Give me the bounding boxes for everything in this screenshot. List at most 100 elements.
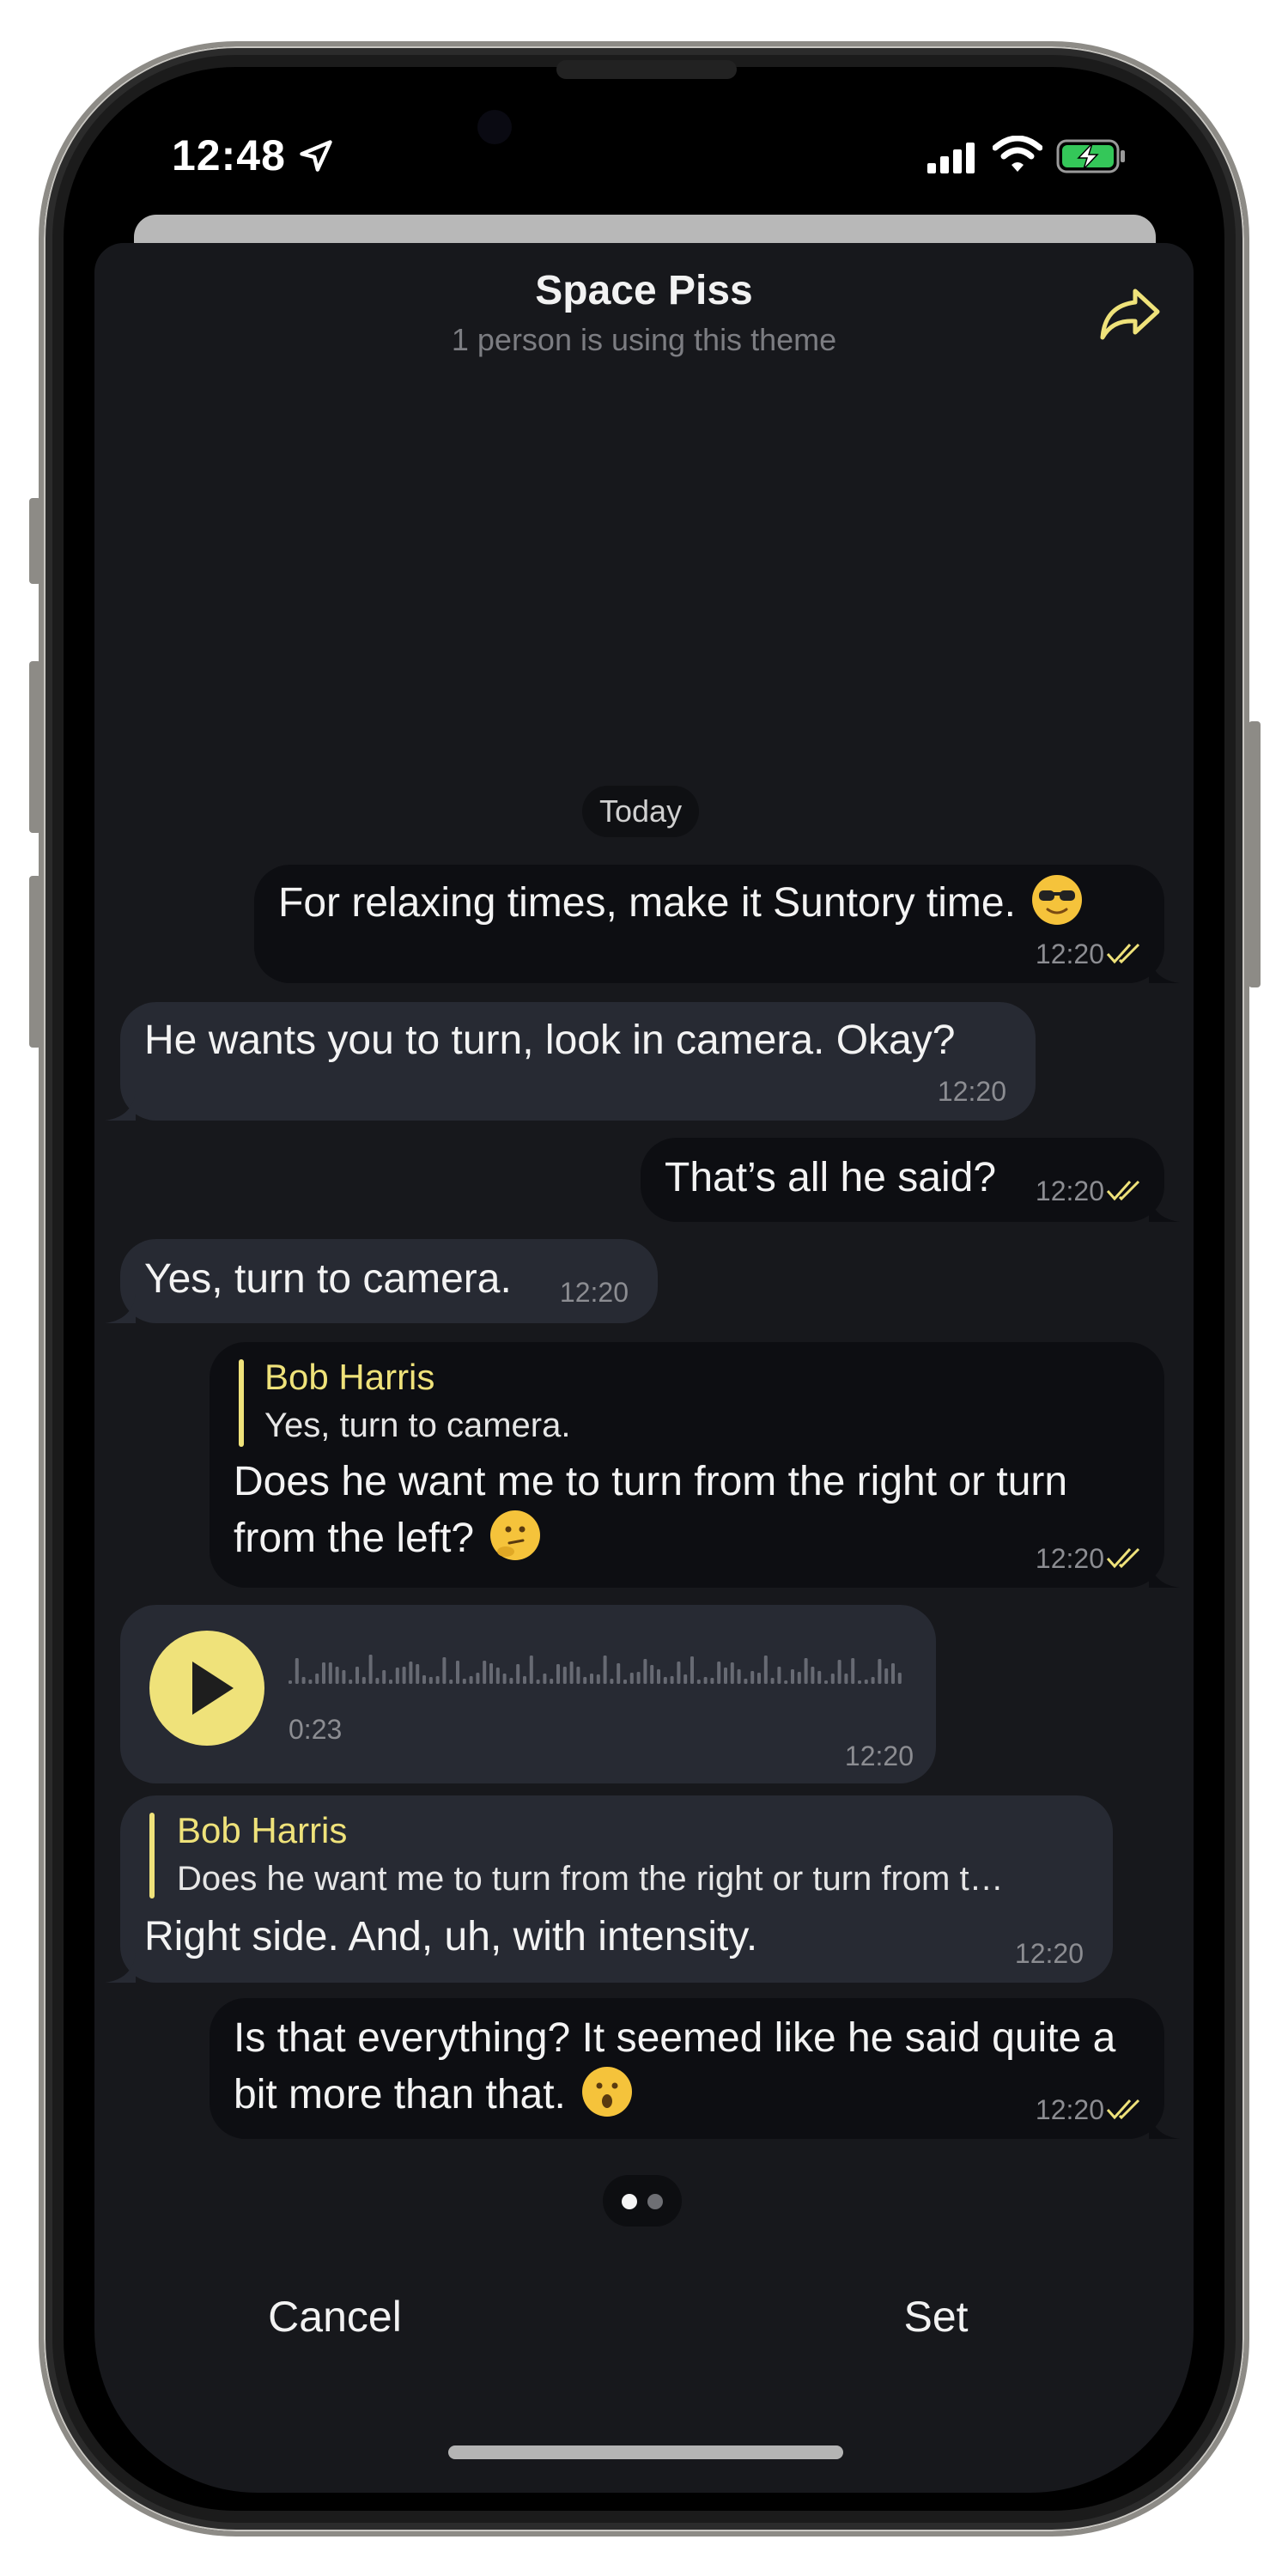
message-bubble-outgoing[interactable]: For relaxing times, make it Suntory time…: [254, 865, 1180, 983]
waveform-bar: [562, 1667, 567, 1684]
message-text: Is that everything? It seemed like he sa…: [234, 2015, 1116, 2117]
hushed-face-emoji: [582, 2067, 633, 2117]
reply-quote-bar: [239, 1359, 244, 1447]
waveform-bar: [335, 1667, 339, 1684]
wifi-icon: [993, 136, 1042, 172]
waveform-bar: [349, 1680, 353, 1684]
message-text: Does he want me to turn from the right o…: [234, 1459, 1068, 1561]
message-bubble-outgoing-reply[interactable]: Bob Harris Yes, turn to camera. Does he …: [210, 1342, 1180, 1588]
voice-duration: 0:23: [289, 1714, 343, 1745]
message-time: 12:20: [1035, 939, 1104, 969]
waveform-bar: [710, 1678, 714, 1684]
waveform-bar: [824, 1680, 828, 1684]
status-time: 12:48: [172, 131, 286, 179]
play-icon: [192, 1662, 234, 1715]
waveform-bar: [342, 1670, 346, 1684]
waveform-bar: [502, 1674, 507, 1684]
waveform-bar: [763, 1656, 768, 1684]
reply-quote-text: Does he want me to turn from the right o…: [177, 1860, 1004, 1898]
waveform-bar: [717, 1662, 721, 1684]
waveform-bar: [536, 1680, 540, 1684]
waveform-bar: [617, 1663, 621, 1684]
message-bubble-outgoing[interactable]: Is that everything? It seemed like he sa…: [210, 1998, 1180, 2139]
power-button: [1249, 721, 1261, 987]
waveform-bar: [811, 1667, 815, 1684]
voice-waveform[interactable]: [289, 1649, 907, 1687]
waveform-bar: [368, 1655, 373, 1684]
bubble-tail: [105, 1294, 136, 1323]
waveform-bar: [670, 1676, 674, 1684]
message-bubble-incoming[interactable]: He wants you to turn, look in camera. Ok…: [105, 1002, 1036, 1121]
bubble-tail: [1149, 2110, 1180, 2139]
waveform-bar: [328, 1662, 332, 1684]
waveform-bar: [590, 1674, 593, 1684]
message-bubble-incoming[interactable]: Yes, turn to camera. 12:20: [105, 1239, 658, 1323]
set-button[interactable]: Set: [696, 2269, 1176, 2364]
date-separator: Today: [582, 786, 700, 837]
waveform-bar: [550, 1679, 554, 1684]
battery-charging-icon: [1056, 139, 1125, 173]
message-bubble-outgoing[interactable]: That’s all he said? 12:20: [641, 1138, 1180, 1222]
home-indicator: [448, 2445, 843, 2459]
waveform-bar: [389, 1680, 392, 1684]
waveform-bar: [864, 1680, 868, 1684]
waveform-bar: [797, 1672, 801, 1684]
waveform-bar: [315, 1674, 319, 1684]
share-forward-icon[interactable]: [1097, 286, 1163, 344]
play-button[interactable]: [149, 1631, 264, 1746]
waveform-bar: [476, 1673, 480, 1684]
waveform-bar: [375, 1678, 380, 1684]
waveform-bar: [576, 1667, 580, 1684]
waveform-bar: [657, 1669, 660, 1684]
waveform-bar: [650, 1665, 654, 1684]
waveform-bar: [596, 1674, 600, 1684]
waveform-bar: [757, 1673, 761, 1684]
message-text: That’s all he said?: [665, 1155, 997, 1200]
waveform-bar: [462, 1679, 466, 1684]
bubble-tail: [105, 1953, 136, 1983]
sunglasses-emoji: [1032, 875, 1083, 925]
waveform-bar: [791, 1669, 794, 1684]
cancel-button[interactable]: Cancel: [94, 2269, 575, 2364]
reply-author: Bob Harris: [177, 1810, 348, 1850]
waveform-bar: [355, 1667, 359, 1684]
voice-message-bubble[interactable]: 0:23 12:20: [120, 1605, 936, 1783]
earpiece-speaker: [556, 60, 737, 79]
waveform-bar: [844, 1674, 848, 1684]
waveform-bar: [784, 1680, 788, 1684]
waveform-bar: [724, 1668, 727, 1684]
waveform-bar: [308, 1680, 313, 1684]
waveform-bar: [556, 1664, 560, 1684]
waveform-bar: [677, 1662, 681, 1684]
page-dot[interactable]: [647, 2194, 663, 2209]
theme-usage-subtitle: 1 person is using this theme: [451, 322, 837, 357]
waveform-bar: [817, 1671, 822, 1684]
waveform-bar: [523, 1676, 526, 1684]
waveform-bar: [402, 1667, 406, 1684]
message-time: 12:20: [844, 1741, 914, 1771]
waveform-bar: [516, 1664, 520, 1684]
message-time: 12:20: [1035, 2094, 1104, 2125]
read-checkmarks-icon: [1106, 943, 1140, 964]
waveform-bar: [543, 1674, 547, 1684]
waveform-bar: [777, 1667, 781, 1684]
waveform-bar: [435, 1676, 440, 1684]
waveform-bar: [409, 1662, 413, 1684]
waveform-bar: [730, 1662, 734, 1684]
message-time: 12:20: [1014, 1938, 1084, 1969]
waveform-bar: [361, 1677, 366, 1684]
message-bubble-incoming-reply[interactable]: Bob Harris Does he want me to turn from …: [105, 1795, 1113, 1983]
waveform-bar: [804, 1658, 808, 1684]
waveform-bar: [301, 1677, 306, 1684]
waveform-bar: [395, 1668, 399, 1684]
waveform-bar: [703, 1677, 708, 1684]
waveform-bar: [489, 1663, 493, 1684]
waveform-bar: [442, 1657, 447, 1684]
page-indicator[interactable]: [603, 2175, 682, 2227]
waveform-bar: [416, 1664, 420, 1684]
message-text: Right side. And, uh, with intensity.: [144, 1914, 758, 1959]
waveform-bar: [483, 1661, 487, 1684]
page-dot-active[interactable]: [622, 2194, 637, 2209]
waveform-bar: [897, 1673, 902, 1684]
reply-quote-text: Yes, turn to camera.: [264, 1406, 571, 1444]
